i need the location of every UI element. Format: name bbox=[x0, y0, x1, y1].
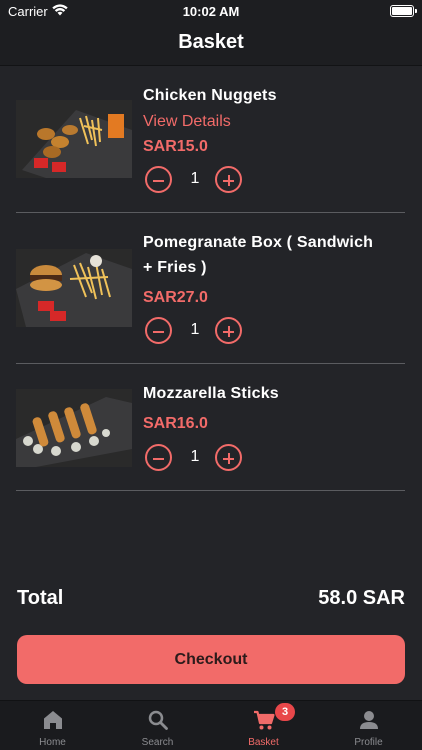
increase-quantity-button[interactable] bbox=[215, 317, 242, 344]
minus-icon bbox=[153, 330, 164, 333]
increase-quantity-button[interactable] bbox=[215, 444, 242, 471]
item-price: SAR16.0 bbox=[143, 415, 208, 432]
quantity-stepper: 1 bbox=[143, 166, 243, 196]
decrease-quantity-button[interactable] bbox=[145, 444, 172, 471]
tab-bar: Home Search 3 Basket Profile bbox=[0, 700, 422, 750]
tab-label: Home bbox=[39, 737, 66, 748]
total-value: 58.0 SAR bbox=[318, 587, 405, 609]
decrease-quantity-button[interactable] bbox=[145, 317, 172, 344]
pomegranate-box-image bbox=[16, 249, 132, 327]
tab-profile[interactable]: Profile bbox=[316, 701, 421, 750]
checkout-button[interactable]: Checkout bbox=[17, 635, 405, 684]
decrease-quantity-button[interactable] bbox=[145, 166, 172, 193]
profile-icon bbox=[360, 711, 378, 729]
nav-header: Basket bbox=[0, 22, 422, 66]
minus-icon bbox=[153, 457, 164, 460]
increase-quantity-button[interactable] bbox=[215, 166, 242, 193]
mozzarella-sticks-image bbox=[16, 389, 132, 467]
tab-label: Profile bbox=[354, 737, 383, 748]
tab-label: Search bbox=[141, 737, 174, 748]
tab-basket[interactable]: 3 Basket bbox=[211, 701, 316, 750]
basket-item-chicken-nuggets: Chicken Nuggets View Details SAR15.0 1 bbox=[16, 66, 405, 213]
status-bar: Carrier 10:02 AM bbox=[0, 0, 422, 22]
basket-item-pomegranate-box: Pomegranate Box ( Sandwich + Fries ) SAR… bbox=[16, 213, 405, 364]
search-icon bbox=[148, 710, 168, 730]
home-icon bbox=[44, 711, 62, 729]
quantity-value: 1 bbox=[190, 170, 200, 187]
view-details-link[interactable]: View Details bbox=[143, 113, 231, 131]
page-title: Basket bbox=[178, 31, 244, 53]
clock: 10:02 AM bbox=[182, 4, 240, 19]
tab-search[interactable]: Search bbox=[105, 701, 210, 750]
quantity-stepper: 1 bbox=[143, 444, 243, 474]
total-label: Total bbox=[17, 587, 64, 609]
quantity-stepper: 1 bbox=[143, 317, 243, 347]
tab-label: Basket bbox=[248, 737, 279, 748]
item-price: SAR27.0 bbox=[143, 289, 208, 306]
tab-home[interactable]: Home bbox=[0, 701, 105, 750]
item-price: SAR15.0 bbox=[143, 138, 208, 155]
item-name: Chicken Nuggets bbox=[143, 87, 277, 104]
quantity-value: 1 bbox=[190, 448, 200, 465]
quantity-value: 1 bbox=[190, 321, 200, 338]
chicken-nuggets-image bbox=[16, 100, 132, 178]
item-name: Mozzarella Sticks bbox=[143, 385, 279, 402]
cart-icon bbox=[254, 710, 275, 730]
minus-icon bbox=[153, 179, 164, 182]
item-name: Pomegranate Box ( Sandwich + Fries ) bbox=[143, 234, 374, 276]
basket-item-mozzarella-sticks: Mozzarella Sticks SAR16.0 1 bbox=[16, 364, 405, 491]
battery-icon bbox=[390, 5, 417, 17]
cart-count-badge: 3 bbox=[275, 703, 295, 721]
